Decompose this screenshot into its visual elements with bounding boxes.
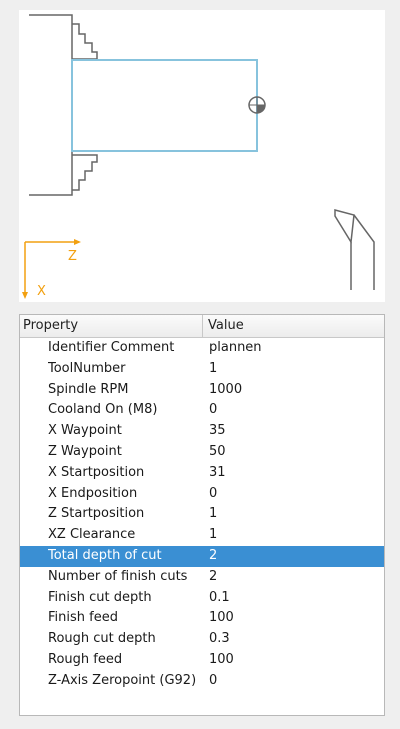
table-row[interactable]: Rough cut depth 0.3	[20, 629, 384, 650]
table-row[interactable]: Finish feed 100	[20, 608, 384, 629]
property-value-cell[interactable]: 100	[209, 650, 234, 671]
property-value-cell[interactable]: 50	[209, 442, 226, 463]
property-value-cell[interactable]: 0	[209, 484, 217, 505]
table-row[interactable]: XZ Clearance 1	[20, 525, 384, 546]
workpiece-stock	[71, 59, 258, 152]
property-name-cell: X Waypoint	[48, 423, 122, 439]
property-value-cell[interactable]: 2	[209, 546, 217, 567]
property-name-cell: Spindle RPM	[48, 381, 129, 397]
table-row[interactable]: Finish cut depth 0.1	[20, 588, 384, 609]
table-row[interactable]: Z Startposition 1	[20, 504, 384, 525]
property-value-cell[interactable]: 1000	[209, 380, 242, 401]
chuck-body	[29, 14, 73, 196]
property-value-cell[interactable]: 100	[209, 608, 234, 629]
table-row[interactable]: X Endposition 0	[20, 484, 384, 505]
property-value-cell[interactable]: 35	[209, 421, 226, 442]
table-row[interactable]: X Waypoint 35	[20, 421, 384, 442]
property-name-cell: Total depth of cut	[48, 547, 162, 563]
table-row[interactable]: Spindle RPM 1000	[20, 380, 384, 401]
table-row[interactable]: Rough feed 100	[20, 650, 384, 671]
property-name-cell: Rough feed	[48, 651, 123, 667]
property-value-cell[interactable]: 1	[209, 359, 217, 380]
table-row[interactable]: Z Waypoint 50	[20, 442, 384, 463]
table-header: Property Value	[20, 315, 384, 338]
table-row[interactable]: Z-Axis Zeropoint (G92) 0	[20, 671, 384, 692]
property-value-cell[interactable]: plannen	[209, 338, 262, 359]
property-name-cell: XZ Clearance	[48, 527, 136, 543]
table-row[interactable]: Cooland On (M8) 0	[20, 400, 384, 421]
property-name-cell: Finish cut depth	[48, 589, 152, 605]
table-rows: Identifier Comment plannen ToolNumber 1 Spin…	[20, 338, 384, 692]
axis-x-label: X	[37, 284, 46, 299]
property-name-cell: ToolNumber	[48, 360, 126, 376]
chuck-jaw-lower	[72, 154, 98, 191]
table-row[interactable]: Number of finish cuts 2	[20, 567, 384, 588]
lathe-preview-canvas[interactable]: Z X	[19, 10, 385, 302]
property-name-cell: X Endposition	[48, 485, 138, 501]
column-header-value[interactable]: Value	[203, 315, 384, 337]
property-value-cell[interactable]: 0.3	[209, 629, 230, 650]
property-value-cell[interactable]: 1	[209, 525, 217, 546]
property-name-cell: Number of finish cuts	[48, 568, 188, 584]
chuck-jaw-upper	[72, 23, 98, 60]
property-value-cell[interactable]: 0.1	[209, 588, 230, 609]
zero-point-marker-icon	[248, 96, 266, 114]
property-value-cell[interactable]: 2	[209, 567, 217, 588]
table-row[interactable]: ToolNumber 1	[20, 359, 384, 380]
property-value-cell[interactable]: 0	[209, 671, 217, 692]
property-value-cell[interactable]: 1	[209, 504, 217, 525]
axis-z-label: Z	[68, 249, 77, 264]
cutting-tool-icon	[334, 209, 375, 290]
property-name-cell: X Startposition	[48, 464, 145, 480]
property-name-cell: Z Waypoint	[48, 443, 122, 459]
column-header-property[interactable]: Property	[20, 315, 203, 337]
table-row[interactable]: Identifier Comment plannen	[20, 338, 384, 359]
property-name-cell: Z Startposition	[48, 506, 145, 522]
property-table[interactable]: Property Value Identifier Comment plannen…	[19, 314, 385, 716]
table-row[interactable]: Total depth of cut 2	[20, 545, 384, 567]
table-row[interactable]: X Startposition 31	[20, 463, 384, 484]
property-value-cell[interactable]: 31	[209, 463, 226, 484]
property-name-cell: Rough cut depth	[48, 631, 156, 647]
property-name-cell: Cooland On (M8)	[48, 402, 158, 418]
property-name-cell: Finish feed	[48, 610, 118, 626]
property-name-cell: Z-Axis Zeropoint (G92)	[48, 672, 197, 688]
axis-indicator: Z X	[22, 239, 81, 299]
property-name-cell: Identifier Comment	[48, 340, 175, 355]
property-value-cell[interactable]: 0	[209, 400, 217, 421]
